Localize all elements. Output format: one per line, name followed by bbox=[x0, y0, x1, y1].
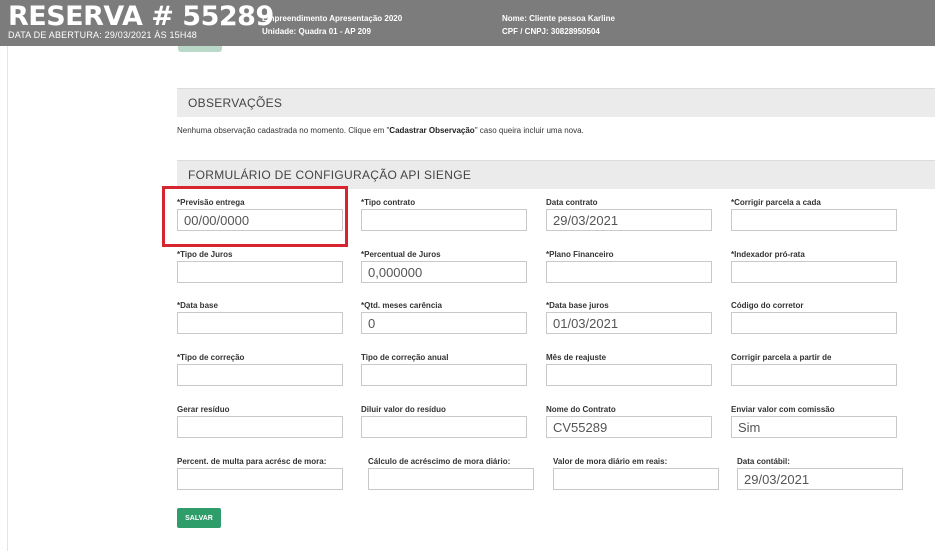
input-data-base[interactable] bbox=[177, 312, 343, 334]
input-mes-de-reajuste[interactable] bbox=[546, 364, 712, 386]
form-header: FORMULÁRIO DE CONFIGURAÇÃO API SIENGE bbox=[177, 160, 935, 189]
input-codigo-do-corretor[interactable] bbox=[731, 312, 897, 334]
nome-label: Nome: bbox=[502, 14, 527, 23]
label-data-contrato: Data contrato bbox=[546, 198, 598, 207]
input-data-contabil[interactable] bbox=[737, 468, 903, 490]
label-corrigir-parcela-a-partir-de: Corrigir parcela a partir de bbox=[731, 353, 832, 362]
input-nome-do-contrato[interactable] bbox=[546, 416, 712, 438]
nome-value: Cliente pessoa Karline bbox=[529, 14, 615, 23]
label-percentual-de-juros: *Percentual de Juros bbox=[361, 250, 441, 259]
input-plano-financeiro[interactable] bbox=[546, 261, 712, 283]
left-divider bbox=[7, 46, 8, 551]
empreendimento: Empreendimento Apresentação 2020 bbox=[262, 14, 403, 23]
opening-date: DATA DE ABERTURA: 29/03/2021 ÀS 15H48 bbox=[8, 30, 197, 40]
observacoes-message: Nenhuma observação cadastrada no momento… bbox=[177, 126, 584, 135]
cpf-value: 30828950504 bbox=[550, 27, 600, 36]
input-data-base-juros[interactable] bbox=[546, 312, 712, 334]
input-diluir-valor-do-residuo[interactable] bbox=[361, 416, 527, 438]
observacoes-header: OBSERVAÇÕES bbox=[177, 88, 935, 117]
input-percent-de-multa-para-acresc-de-mora[interactable] bbox=[177, 468, 343, 490]
input-tipo-contrato[interactable] bbox=[361, 209, 527, 231]
input-indexador-pro-rata[interactable] bbox=[731, 261, 897, 283]
input-corrigir-parcela-a-cada[interactable] bbox=[731, 209, 897, 231]
highlight-box bbox=[162, 186, 348, 247]
input-percentual-de-juros[interactable] bbox=[361, 261, 527, 283]
label-enviar-valor-com-comissao: Enviar valor com comissão bbox=[731, 405, 835, 414]
label-codigo-do-corretor: Código do corretor bbox=[731, 301, 804, 310]
hidden-button-edge bbox=[178, 46, 222, 52]
unidade-value: Quadra 01 - AP 209 bbox=[298, 27, 371, 36]
reservation-header: RESERVA # 55289 DATA DE ABERTURA: 29/03/… bbox=[0, 0, 935, 46]
label-corrigir-parcela-a-cada: *Corrigir parcela a cada bbox=[731, 198, 821, 207]
label-qtd-meses-carencia: *Qtd. meses carência bbox=[361, 301, 442, 310]
obs-text-before: Nenhuma observação cadastrada no momento… bbox=[177, 126, 390, 135]
cadastrar-observacao-link[interactable]: Cadastrar Observação bbox=[389, 126, 474, 135]
input-qtd-meses-carencia[interactable] bbox=[361, 312, 527, 334]
label-gerar-residuo: Gerar resíduo bbox=[177, 405, 230, 414]
label-tipo-de-juros: *Tipo de Juros bbox=[177, 250, 233, 259]
input-data-contrato[interactable] bbox=[546, 209, 712, 231]
label-data-base-juros: *Data base juros bbox=[546, 301, 609, 310]
label-nome-do-contrato: Nome do Contrato bbox=[546, 405, 616, 414]
label-tipo-contrato: *Tipo contrato bbox=[361, 198, 416, 207]
obs-text-after: " caso queira incluir uma nova. bbox=[474, 126, 584, 135]
input-tipo-de-correcao-anual[interactable] bbox=[361, 364, 527, 386]
label-tipo-de-correcao: *Tipo de correção bbox=[177, 353, 245, 362]
label-tipo-de-correcao-anual: Tipo de correção anual bbox=[361, 353, 449, 362]
label-mes-de-reajuste: Mês de reajuste bbox=[546, 353, 607, 362]
form-title: FORMULÁRIO DE CONFIGURAÇÃO API SIENGE bbox=[188, 168, 472, 182]
input-enviar-valor-com-comissao[interactable] bbox=[731, 416, 897, 438]
client-info: Nome: Cliente pessoa Karline CPF / CNPJ:… bbox=[502, 12, 615, 38]
label-data-base: *Data base bbox=[177, 301, 218, 310]
unidade-label: Unidade: bbox=[262, 27, 297, 36]
reservation-title: RESERVA # 55289 bbox=[8, 1, 274, 32]
property-info: Empreendimento Apresentação 2020 Unidade… bbox=[262, 12, 402, 38]
label-plano-financeiro: *Plano Financeiro bbox=[546, 250, 614, 259]
input-valor-de-mora-diario-em-reais[interactable] bbox=[553, 468, 719, 490]
label-diluir-valor-do-residuo: Diluir valor do resíduo bbox=[361, 405, 446, 414]
observacoes-title: OBSERVAÇÕES bbox=[188, 96, 283, 110]
input-tipo-de-juros[interactable] bbox=[177, 261, 343, 283]
label-valor-de-mora-diario-em-reais: Valor de mora diário em reais: bbox=[553, 457, 668, 466]
label-calculo-de-acrescimo-de-mora-diario: Cálculo de acréscimo de mora diário: bbox=[368, 457, 511, 466]
input-calculo-de-acrescimo-de-mora-diario[interactable] bbox=[368, 468, 534, 490]
label-indexador-pro-rata: *Indexador pró-rata bbox=[731, 250, 805, 259]
save-button[interactable]: SALVAR bbox=[177, 508, 221, 528]
cpf-label: CPF / CNPJ: bbox=[502, 27, 549, 36]
input-corrigir-parcela-a-partir-de[interactable] bbox=[731, 364, 897, 386]
label-percent-de-multa-para-acresc-de-mora: Percent. de multa para acrésc de mora: bbox=[177, 457, 327, 466]
input-tipo-de-correcao[interactable] bbox=[177, 364, 343, 386]
input-gerar-residuo[interactable] bbox=[177, 416, 343, 438]
label-data-contabil: Data contábil: bbox=[737, 457, 790, 466]
